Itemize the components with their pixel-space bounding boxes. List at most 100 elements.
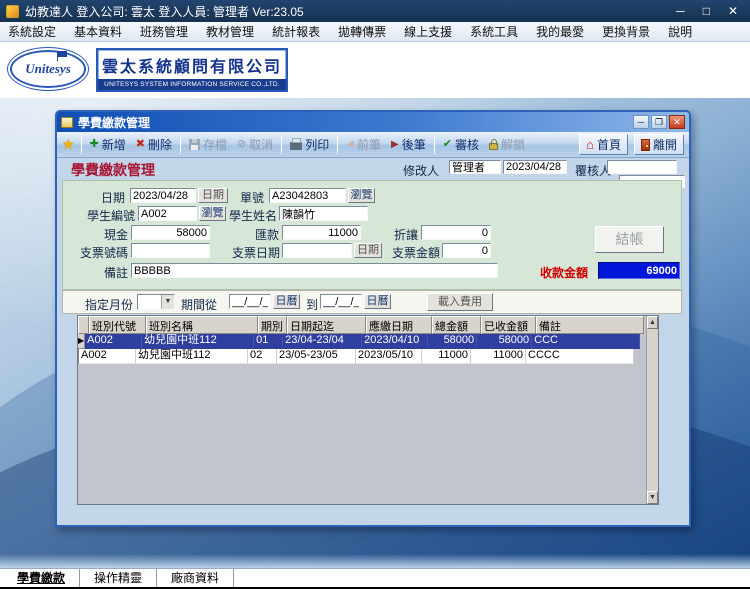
tuition-payment-window: 學費繳款管理 ─ ❐ ✕ ★ ✚ 新增 ✖ 刪除 存檔 ⊘ 取消 列印 ◀ 前筆… xyxy=(55,110,691,527)
menu-item-basic-data[interactable]: 基本資料 xyxy=(74,23,122,40)
check-no-label: 支票號碼 xyxy=(80,246,129,260)
period-from-field[interactable] xyxy=(229,294,271,309)
window-titlebar[interactable]: 學費繳款管理 ─ ❐ ✕ xyxy=(57,112,689,132)
month-select[interactable]: ▼ xyxy=(137,294,175,310)
fees-grid: 班別代號 班別名稱 期別 日期起迄 應繳日期 總金額 已收金額 備註 ▶ A00… xyxy=(77,315,659,505)
table-row[interactable]: ▶ A002 幼兒園中班112 01 23/04-23/04 2023/04/1… xyxy=(78,334,658,349)
cancel-button[interactable]: ⊘ 取消 xyxy=(233,134,277,155)
window-minimize-button[interactable]: ─ xyxy=(633,115,649,129)
maximize-button[interactable]: □ xyxy=(703,0,710,22)
grid-header-date-range[interactable]: 日期起迄 xyxy=(287,316,366,334)
plus-icon: ✚ xyxy=(89,138,99,150)
form-section-title: 學費繳款管理 xyxy=(71,162,155,178)
cash-field[interactable] xyxy=(131,225,210,240)
tab-vendor-data[interactable]: 廠商資料 xyxy=(157,569,235,587)
modified-by-label: 修改人 xyxy=(403,164,440,178)
modified-by-field[interactable] xyxy=(449,160,501,174)
calendar-to-button[interactable]: 日曆 xyxy=(364,294,391,309)
menu-item-reports[interactable]: 統計報表 xyxy=(272,23,320,40)
exit-button[interactable]: 離開 xyxy=(633,134,684,155)
home-button[interactable]: ⌂ 首頁 xyxy=(579,134,628,155)
tab-operation-wizard[interactable]: 操作精靈 xyxy=(80,569,158,587)
grid-header-class-name[interactable]: 班別名稱 xyxy=(146,316,258,334)
doc-browse-button[interactable]: 瀏覽 xyxy=(348,188,375,203)
reviewer-field[interactable] xyxy=(607,160,677,174)
approve-label: 審核 xyxy=(454,138,479,152)
grid-header-period[interactable]: 期別 xyxy=(258,316,287,334)
menu-item-help[interactable]: 說明 xyxy=(668,23,692,40)
window-restore-button[interactable]: ❐ xyxy=(651,115,667,129)
window-control-buttons: ─ ❐ ✕ xyxy=(633,115,685,129)
grid-header-total-amount[interactable]: 總金額 xyxy=(432,316,481,334)
grid-header-note[interactable]: 備註 xyxy=(536,316,644,334)
toolbar-separator xyxy=(337,135,339,154)
window-close-button[interactable]: ✕ xyxy=(669,115,685,129)
print-button[interactable]: 列印 xyxy=(286,134,333,155)
modified-date-field[interactable] xyxy=(503,160,567,174)
student-name-field[interactable] xyxy=(279,206,368,221)
note-field[interactable] xyxy=(131,263,498,278)
remittance-field[interactable] xyxy=(282,225,361,240)
check-date-field[interactable] xyxy=(282,243,352,258)
cell-received-amount: 58000 xyxy=(477,334,533,349)
calendar-from-button[interactable]: 日曆 xyxy=(273,294,300,309)
scroll-down-icon[interactable]: ▼ xyxy=(647,491,658,504)
tab-tuition-payment[interactable]: 學費繳款 xyxy=(3,569,81,587)
period-to-field[interactable] xyxy=(320,294,362,309)
unlock-button[interactable]: 解鎖 xyxy=(485,134,529,155)
check-no-field[interactable] xyxy=(131,243,210,258)
load-fees-button[interactable]: 載入費用 xyxy=(427,293,493,311)
grid-header-due-date[interactable]: 應繳日期 xyxy=(366,316,432,334)
check-amount-field[interactable] xyxy=(442,243,491,258)
table-row[interactable]: A002 幼兒園中班112 02 23/05-23/05 2023/05/10 … xyxy=(78,349,658,364)
grid-selector-header xyxy=(78,316,89,334)
doc-no-field[interactable] xyxy=(269,188,346,203)
arrow-left-icon: ◀ xyxy=(346,139,354,150)
menu-item-system[interactable]: 系統設定 xyxy=(8,23,56,40)
note-label: 備註 xyxy=(104,266,129,280)
previous-record-button[interactable]: ◀ 前筆 xyxy=(342,134,385,155)
cell-due-date: 2023/04/10 xyxy=(362,334,429,349)
menu-item-material-mgmt[interactable]: 教材管理 xyxy=(206,23,254,40)
grid-header-class-code[interactable]: 班別代號 xyxy=(89,316,146,334)
next-record-button[interactable]: ▶ 後筆 xyxy=(387,134,430,155)
logo-text: Unitesys xyxy=(25,61,71,76)
period-from-label: 期間從 xyxy=(181,298,218,312)
minimize-button[interactable]: ─ xyxy=(676,0,685,22)
background-wave xyxy=(0,554,750,568)
scroll-up-icon[interactable]: ▲ xyxy=(647,316,658,329)
grid-empty-area xyxy=(78,364,658,504)
screen: 幼教達人 登入公司: 雲太 登入人員: 管理者 Ver:23.05 ─ □ ✕ … xyxy=(0,0,750,589)
check-date-picker-button[interactable]: 日期 xyxy=(354,243,382,258)
cell-class-name: 幼兒園中班112 xyxy=(136,349,248,364)
main-titlebar: 幼教達人 登入公司: 雲太 登入人員: 管理者 Ver:23.05 ─ □ ✕ xyxy=(0,0,750,22)
grid-header-received-amount[interactable]: 已收金額 xyxy=(481,316,536,334)
settle-button[interactable]: 結帳 xyxy=(595,226,664,253)
discount-field[interactable] xyxy=(421,225,491,240)
save-button[interactable]: 存檔 xyxy=(185,134,231,155)
close-button[interactable]: ✕ xyxy=(728,0,738,22)
cell-note: CCCC xyxy=(526,349,634,364)
total-amount-field xyxy=(598,262,680,279)
approve-button[interactable]: ✔ 審核 xyxy=(439,134,483,155)
menu-item-system-tools[interactable]: 系統工具 xyxy=(470,23,518,40)
logo-header: Unitesys 雲太系統顧問有限公司 UNITESYS SYSTEM INFO… xyxy=(0,42,750,98)
student-browse-button[interactable]: 瀏覽 xyxy=(199,206,226,221)
date-field[interactable] xyxy=(130,188,196,203)
favorite-star-icon[interactable]: ★ xyxy=(62,136,75,153)
new-button[interactable]: ✚ 新增 xyxy=(86,134,130,155)
home-label: 首頁 xyxy=(596,138,621,152)
menu-item-change-background[interactable]: 更換背景 xyxy=(602,23,650,40)
menu-item-voucher[interactable]: 拋轉傳票 xyxy=(338,23,386,40)
vertical-scrollbar[interactable]: ▲ ▼ xyxy=(646,316,658,504)
date-picker-button[interactable]: 日期 xyxy=(198,188,228,203)
menu-item-favorites[interactable]: 我的最愛 xyxy=(536,23,584,40)
chevron-down-icon[interactable]: ▼ xyxy=(161,295,174,309)
student-id-field[interactable] xyxy=(138,206,197,221)
cash-label: 現金 xyxy=(104,228,129,242)
cell-period: 02 xyxy=(248,349,277,364)
delete-button[interactable]: ✖ 刪除 xyxy=(132,134,176,155)
menu-item-online-support[interactable]: 線上支援 xyxy=(404,23,452,40)
menu-item-class-mgmt[interactable]: 班務管理 xyxy=(140,23,188,40)
footer-tab-bar: 學費繳款 操作精靈 廠商資料 xyxy=(0,568,750,589)
